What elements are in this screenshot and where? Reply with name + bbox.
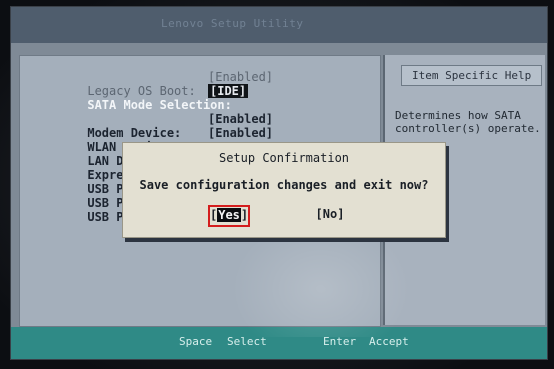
enter-key-label: Enter xyxy=(323,335,357,348)
yes-button-label: Yes xyxy=(217,208,241,222)
help-title: Item Specific Help xyxy=(401,65,543,86)
help-text: Determines how SATA controller(s) operat… xyxy=(395,109,541,135)
bios-header: Lenovo Setup Utility xyxy=(11,7,547,43)
setup-confirmation-dialog: Setup Confirmation Save configuration ch… xyxy=(122,142,446,238)
space-key-label: Space xyxy=(179,335,213,348)
bios-title: Lenovo Setup Utility xyxy=(161,17,304,30)
key-legend-footer: Space Select Enter Accept xyxy=(11,327,547,359)
enter-action-label: Accept xyxy=(369,335,409,348)
dialog-message: Save configuration changes and exit now? xyxy=(139,178,429,192)
yes-button[interactable]: [Yes] xyxy=(208,205,250,227)
sata-mode-value: [IDE] xyxy=(208,84,249,98)
dialog-title: Setup Confirmation xyxy=(218,151,350,165)
space-action-label: Select xyxy=(227,335,267,348)
no-button[interactable]: [No] xyxy=(315,206,345,222)
